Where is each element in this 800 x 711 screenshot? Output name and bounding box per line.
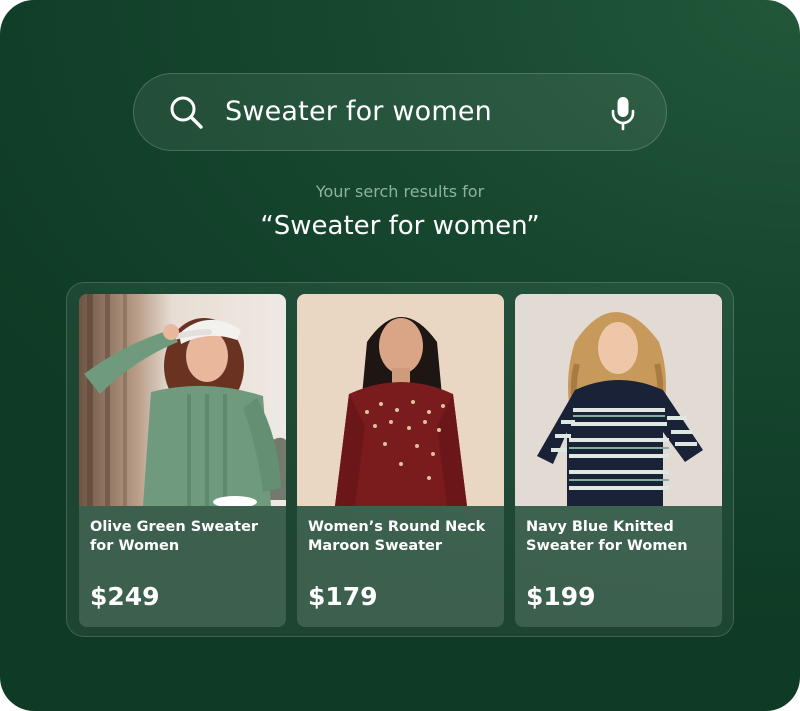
microphone-icon[interactable]: [609, 95, 637, 131]
product-price: $179: [308, 582, 378, 611]
product-name[interactable]: Navy Blue Knitted Sweater for Women: [526, 518, 716, 556]
product-price: $249: [90, 582, 160, 611]
product-card[interactable]: Olive Green Sweater for Women $249: [79, 294, 286, 627]
product-image[interactable]: [297, 294, 504, 506]
product-image[interactable]: [515, 294, 722, 506]
results-panel: Olive Green Sweater for Women $249 Women…: [66, 282, 734, 637]
product-name[interactable]: Women’s Round Neck Maroon Sweater: [308, 518, 498, 556]
results-caption: Your serch results for: [315, 182, 485, 201]
search-bar[interactable]: Sweater for women: [133, 73, 667, 151]
results-query-title: “Sweater for women”: [260, 211, 540, 241]
search-input[interactable]: Sweater for women: [225, 92, 492, 132]
product-card[interactable]: Navy Blue Knitted Sweater for Women $199: [515, 294, 722, 627]
product-card[interactable]: Women’s Round Neck Maroon Sweater $179: [297, 294, 504, 627]
product-price: $199: [526, 582, 596, 611]
product-image[interactable]: [79, 294, 286, 506]
app-frame: Sweater for women Your serch results for…: [0, 0, 800, 711]
product-name[interactable]: Olive Green Sweater for Women: [90, 518, 280, 556]
search-icon[interactable]: [168, 94, 204, 130]
